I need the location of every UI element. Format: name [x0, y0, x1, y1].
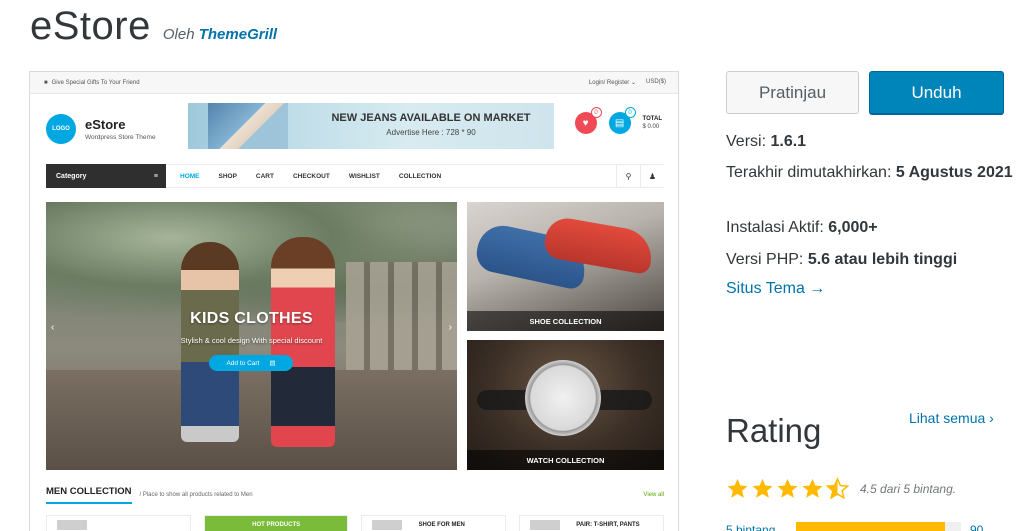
promo-watch: WATCH COLLECTION	[467, 340, 664, 470]
men-collection-header: MEN COLLECTION / Place to show all produ…	[46, 484, 664, 506]
demo-nav-collection: COLLECTION	[398, 172, 442, 180]
men-view-all: View all	[643, 492, 664, 498]
demo-category: Category ≡	[46, 164, 166, 188]
demo-site-title: eStore	[85, 117, 126, 132]
demo-banner: NEW JEANS AVAILABLE ON MARKET Advertise …	[188, 103, 554, 149]
meta-installs: Instalasi Aktif: 6,000+	[726, 216, 1016, 239]
updated-label: Terakhir dimutakhirkan:	[726, 164, 896, 181]
total-value: $ 0.00	[642, 124, 660, 130]
banner-title: NEW JEANS AVAILABLE ON MARKET	[331, 112, 531, 124]
star-half-icon	[826, 477, 849, 500]
updated-value: 5 Agustus 2021	[895, 164, 1013, 181]
meta-php: Versi PHP: 5.6 atau lebih tinggi	[726, 248, 1016, 271]
product-thumb	[57, 520, 87, 530]
men-collection-cards: HOT PRODUCTS SHOE FOR MEN PAIR: T-SHIRT,…	[46, 515, 664, 531]
cart-count: 0	[624, 107, 636, 118]
promo-watch-caption: WATCH COLLECTION	[467, 450, 664, 470]
version-value: 1.6.1	[770, 133, 807, 150]
product-card-empty	[46, 515, 191, 531]
promo-shoe-caption: SHOE COLLECTION	[467, 311, 664, 331]
version-label: Versi:	[726, 133, 771, 150]
demo-logo: LOGO	[46, 114, 76, 144]
men-collection-desc: / Place to show all products related to …	[139, 492, 253, 498]
theme-name: eStore	[30, 4, 151, 48]
rating-score-text: 4.5 dari 5 bintang.	[860, 481, 957, 496]
category-label: Category	[56, 172, 87, 180]
star-full-icon	[777, 478, 798, 498]
rating-bar-count: 90	[970, 523, 984, 531]
installs-label: Instalasi Aktif:	[726, 219, 829, 236]
cart-icon: ▤ 0	[608, 107, 636, 134]
card-pair-label: PAIR: T-SHIRT, PANTS	[576, 522, 640, 528]
product-card-shoe: SHOE FOR MEN	[361, 515, 507, 531]
men-collection-title: MEN COLLECTION	[46, 486, 132, 504]
demo-cart-area: ♥ 0 ▤ 0 TOTAL $ 0.00	[574, 107, 662, 134]
by-label: Oleh	[162, 26, 195, 43]
topbar-currency: USD($)	[645, 79, 666, 85]
theme-screenshot: ■ Give Special Gifts To Your Friend Logi…	[29, 71, 679, 531]
demo-nav-checkout: CHECKOUT	[292, 172, 330, 180]
product-card-pair: PAIR: T-SHIRT, PANTS	[519, 515, 664, 531]
see-all-link[interactable]: Lihat semua ›	[909, 410, 994, 426]
card-shoe-label: SHOE FOR MEN	[418, 522, 465, 528]
theme-heading: eStore Oleh ThemeGrill	[30, 4, 277, 49]
star-full-icon	[802, 478, 823, 498]
hero-add-to-cart: Add to Cart ▤	[209, 355, 293, 371]
rating-bar-label[interactable]: 5 bintang	[726, 523, 775, 531]
theme-site-link[interactable]: Situs Tema →	[726, 280, 825, 298]
demo-nav-shop: SHOP	[218, 172, 237, 180]
promo-shoe: SHOE COLLECTION	[467, 202, 664, 331]
rating-stars: 4.5 dari 5 bintang.	[726, 477, 956, 500]
demo-nav-home: HOME	[180, 172, 200, 180]
rating-bar-fill	[796, 522, 945, 531]
product-thumb	[530, 520, 561, 530]
download-button[interactable]: Unduh	[869, 71, 1004, 114]
demo-site-tagline: Wordpress Store Theme	[85, 134, 156, 141]
cart-icon: ▤	[269, 360, 276, 367]
rating-title: Rating	[726, 412, 822, 449]
product-thumb	[372, 520, 403, 530]
wishlist-count: 0	[590, 107, 602, 118]
php-label: Versi PHP:	[726, 251, 808, 268]
product-card-hot: HOT PRODUCTS	[203, 515, 349, 531]
installs-value: 6,000+	[828, 219, 878, 236]
menu-icon: ≡	[153, 172, 158, 180]
search-icon: ⚲	[616, 164, 640, 188]
demo-header: LOGO eStore Wordpress Store Theme NEW JE…	[30, 94, 678, 164]
demo-nav-wishlist: WISHLIST	[348, 172, 380, 180]
jeans-image	[208, 103, 288, 149]
user-icon: ♟	[640, 164, 664, 188]
gift-icon: ■	[44, 79, 48, 86]
meta-version: Versi: 1.6.1	[726, 130, 1016, 153]
watch-face-image	[525, 360, 601, 436]
author-link[interactable]: ThemeGrill	[199, 26, 277, 43]
demo-navbar: Category ≡ HOME SHOP CART CHECKOUT WISHL…	[46, 164, 664, 188]
banner-subtitle: Advertise Here : 728 * 90	[386, 128, 476, 137]
preview-button[interactable]: Pratinjau	[726, 71, 859, 114]
theme-author: Oleh ThemeGrill	[163, 26, 277, 43]
hero-button-label: Add to Cart	[226, 359, 260, 367]
php-value: 5.6 atau lebih tinggi	[807, 251, 958, 268]
hero-title: KIDS CLOTHES	[190, 310, 313, 327]
rating-bar-5[interactable]: 5 bintang 90	[726, 520, 1006, 531]
topbar-message: Give Special Gifts To Your Friend	[51, 79, 140, 86]
demo-hero-slide: ‹ › KIDS CLOTHES Stylish & cool design W…	[46, 202, 457, 470]
total-label: TOTAL	[642, 116, 662, 122]
topbar-login: Login/ Register ⌄	[588, 80, 636, 86]
hero-subtitle: Stylish & cool design With special disco…	[180, 336, 323, 345]
meta-updated: Terakhir dimutakhirkan: 5 Agustus 2021	[726, 161, 1016, 184]
rating-bar-track	[796, 522, 961, 531]
star-full-icon	[752, 478, 773, 498]
demo-nav-cart: CART	[255, 172, 274, 180]
star-full-icon	[727, 478, 748, 498]
hero-ground	[46, 370, 457, 470]
demo-topbar: ■ Give Special Gifts To Your Friend Logi…	[30, 72, 678, 94]
heart-icon: ♥ 0	[574, 107, 602, 134]
